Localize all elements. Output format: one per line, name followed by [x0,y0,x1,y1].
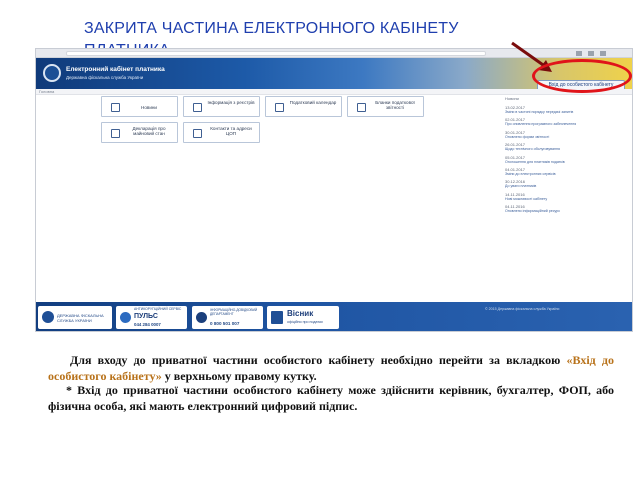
news-icon [111,103,120,112]
instruction-paragraph-2: * Вхід до приватної частини особистого к… [48,383,614,413]
dfs-logo-icon [43,64,61,82]
news-item[interactable]: 30.12.2016 До уваги платників [505,179,631,188]
declaration-icon [111,129,120,138]
news-text[interactable]: Оновлено форми звітності [505,135,631,139]
address-bar[interactable] [66,51,486,56]
phone-icon [196,312,207,323]
tile-label: Декларація про майновий стан [132,126,166,137]
news-item[interactable]: 14.11.2016 Нові можливості кабінету [505,192,631,201]
news-text[interactable]: Зміни до електронних сервісів [505,172,631,176]
news-text[interactable]: Оголошення для платників податків [505,160,631,164]
news-item[interactable]: 02.01.2017 Про оновлення програмного забе… [505,117,631,126]
news-item[interactable]: 04.11.2016 Оновлено інформаційний ресурс [505,204,631,213]
news-item[interactable]: 26.01.2017 Щодо технічного обслуговування [505,142,631,151]
footer-dfs-line2: СЛУЖБА УКРАЇНИ [57,318,92,323]
dfs-emblem-icon [42,311,54,323]
calendar-icon [275,103,284,112]
tile-calendar[interactable]: Податковий календар [265,96,342,117]
browser-menu-icon[interactable] [576,51,626,56]
news-column: Новини 13.02.2017 Зміни в частині порядку… [505,96,631,308]
tile-label: Контакти та адреси ЦОП [210,126,252,137]
footer-info-card[interactable]: ІНФОРМАЦІЙНО-ДОВІДКОВИЙ ДЕПАРТАМЕНТ 0 80… [192,306,263,329]
footer-puls-phone: 044 284 0007 [134,322,161,327]
annotation-highlight-ellipse [532,59,632,93]
footer-puls-title: ПУЛЬС [134,313,158,320]
tile-declaration[interactable]: Декларація про майновий стан [101,122,178,143]
news-text[interactable]: До уваги платників [505,184,631,188]
news-text[interactable]: Зміни в частині порядку передачі запитів [505,110,631,114]
forms-icon [357,103,366,112]
pulse-icon [120,312,131,323]
footer-puls-line1: АНТИКОРУПЦІЙНИЙ СЕРВІС [134,307,182,311]
tile-registers[interactable]: Інформація з реєстрів [183,96,260,117]
tile-label: Податковий календар [289,100,337,105]
tile-label: Новини [141,105,157,110]
instruction-text-start: Для входу до приватної частини особистог… [70,353,567,367]
site-subtitle: Державна фіскальна служба України [66,75,144,80]
news-list: 13.02.2017 Зміни в частині порядку переда… [505,105,631,214]
footer-visnyk-sub: офіційно про податки [287,320,323,324]
news-text[interactable]: Про оновлення програмного забезпечення [505,122,631,126]
footer-info-line1: ІНФОРМАЦІЙНО-ДОВІДКОВИЙ ДЕПАРТАМЕНТ [210,308,258,316]
news-text[interactable]: Нові можливості кабінету [505,197,631,201]
footer-info-phone: 0 800 501 007 [210,321,240,326]
instruction-paragraph-1: Для входу до приватної частини особистог… [48,352,614,384]
tile-news[interactable]: Новини [101,96,178,117]
news-item[interactable]: 04.01.2017 Зміни до електронних сервісів [505,167,631,176]
info-icon [193,103,202,112]
footer-dfs-card[interactable]: ДЕРЖАВНА ФІСКАЛЬНА СЛУЖБА УКРАЇНИ [38,306,112,329]
news-item[interactable]: 05.01.2017 Оголошення для платників подат… [505,155,631,164]
news-heading: Новини [505,96,519,101]
news-text[interactable]: Щодо технічного обслуговування [505,147,631,151]
tile-forms[interactable]: Бланки податкової звітності [347,96,424,117]
breadcrumb: Головна [36,89,632,95]
footer-puls-card[interactable]: АНТИКОРУПЦІЙНИЙ СЕРВІС ПУЛЬС 044 284 000… [116,306,187,329]
book-icon [271,311,283,324]
news-item[interactable]: 30.01.2017 Оновлено форми звітності [505,130,631,139]
footer-visnyk-card[interactable]: Вісник офіційно про податки [267,306,339,329]
site-footer: ДЕРЖАВНА ФІСКАЛЬНА СЛУЖБА УКРАЇНИ АНТИКО… [36,302,632,331]
footer-copyright: © 2015 Державна фіскальна служба України [485,307,560,311]
site-name: Електронний кабінет платника [66,66,165,73]
news-item[interactable]: 13.02.2017 Зміни в частині порядку переда… [505,105,631,114]
breadcrumb-home[interactable]: Головна [39,89,54,95]
news-text[interactable]: Оновлено інформаційний ресурс [505,209,631,213]
tile-label: Бланки податкової звітності [375,100,415,111]
instruction-text-end: у верхньому правому кутку. [161,369,317,383]
tile-label: Інформація з реєстрів [207,100,255,105]
footer-visnyk-title: Вісник [287,309,314,318]
browser-screenshot: Електронний кабінет платника Державна фі… [35,48,633,332]
contacts-icon [193,129,202,138]
tile-contacts[interactable]: Контакти та адреси ЦОП [183,122,260,143]
